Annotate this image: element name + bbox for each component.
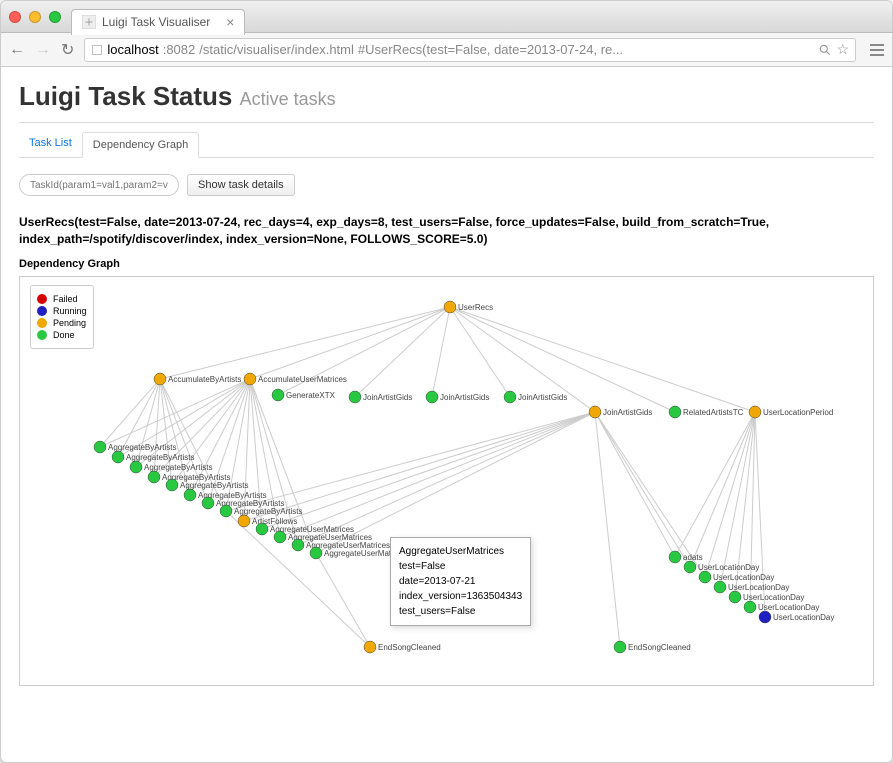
tab-close-icon[interactable]: × [226,14,234,30]
graph-node[interactable]: UserLocationDay [744,601,819,613]
svg-text:UserLocationDay: UserLocationDay [773,613,834,622]
svg-text:UserLocationPeriod: UserLocationPeriod [763,408,833,417]
search-icon[interactable] [818,43,832,57]
view-tabs: Task List Dependency Graph [19,131,874,158]
legend-pending-label: Pending [53,318,86,328]
svg-text:AccumulateByArtists: AccumulateByArtists [168,375,241,384]
graph-node[interactable]: JoinArtistGids [504,391,567,403]
dependency-graph-canvas[interactable]: Failed Running Pending Done UserRecs Accu… [19,276,874,686]
legend-failed-color [37,294,47,304]
maximize-window-button[interactable] [49,11,61,23]
node-tooltip: AggregateUserMatrices test=False date=20… [390,537,531,626]
legend-running-color [37,306,47,316]
graph-node[interactable]: RelatedArtistsTC [669,406,744,418]
graph-node[interactable]: AggregateByArtists [94,441,176,453]
graph-node[interactable]: UserRecs [444,301,493,313]
controls-row: Show task details [19,174,874,196]
svg-text:JoinArtistGids: JoinArtistGids [518,393,567,402]
svg-text:EndSongCleaned: EndSongCleaned [628,643,691,652]
graph-node[interactable]: UserLocationDay [714,581,789,593]
subtitle-text: Active tasks [240,89,336,109]
graph-node[interactable]: AccumulateUserMatrices [244,373,347,385]
browser-window: Luigi Task Visualiser × ← → ↻ localhost:… [0,0,893,763]
titlebar: Luigi Task Visualiser × [1,1,892,33]
graph-section-title: Dependency Graph [19,258,874,270]
graph-node[interactable]: EndSongCleaned [614,641,691,653]
legend: Failed Running Pending Done [30,285,94,349]
svg-text:AggregateByArtists: AggregateByArtists [108,443,176,452]
url-path: /static/visualiser/index.html [199,42,354,57]
legend-done-label: Done [53,330,75,340]
browser-tab[interactable]: Luigi Task Visualiser × [71,9,245,35]
current-task-title: UserRecs(test=False, date=2013-07-24, re… [19,214,874,248]
graph-node[interactable]: UserLocationDay [759,611,834,623]
address-bar[interactable]: localhost :8082/static/visualiser/index.h… [84,38,856,62]
graph-node[interactable]: AggregateByArtists [130,461,212,473]
task-id-input[interactable] [19,174,179,196]
graph-node[interactable]: UserLocationPeriod [749,406,833,418]
svg-text:UserLocationDay: UserLocationDay [698,563,759,572]
graph-node[interactable]: UserLocationDay [699,571,774,583]
graph-node[interactable]: GenerateXTX [272,389,336,401]
legend-pending-color [37,318,47,328]
tab-title: Luigi Task Visualiser [102,15,210,29]
legend-done-color [37,330,47,340]
graph-node[interactable]: AccumulateByArtists [154,373,241,385]
page-content: Luigi Task Status Active tasks Task List… [1,67,892,762]
graph-node[interactable]: JoinArtistGids [349,391,412,403]
tab-dependency-graph[interactable]: Dependency Graph [82,132,199,158]
svg-text:AggregateByArtists: AggregateByArtists [144,463,212,472]
close-window-button[interactable] [9,11,21,23]
url-port: :8082 [163,42,196,57]
svg-text:GenerateXTX: GenerateXTX [286,391,336,400]
svg-text:AggregateByArtists: AggregateByArtists [234,507,302,516]
tab-task-list[interactable]: Task List [19,131,82,157]
reload-button[interactable]: ↻ [61,40,74,60]
window-controls [9,11,61,23]
svg-text:RelatedArtistsTC: RelatedArtistsTC [683,408,744,417]
page-title: Luigi Task Status Active tasks [19,81,874,112]
graph-node[interactable]: JoinArtistGids [589,406,652,418]
page-icon [91,44,103,56]
svg-text:UserLocationDay: UserLocationDay [758,603,819,612]
svg-text:UserRecs: UserRecs [458,303,493,312]
svg-text:JoinArtistGids: JoinArtistGids [363,393,412,402]
show-task-details-button[interactable]: Show task details [187,174,295,196]
svg-text:JoinArtistGids: JoinArtistGids [603,408,652,417]
svg-text:adats: adats [683,553,703,562]
legend-failed-label: Failed [53,294,78,304]
graph-node[interactable]: JoinArtistGids [426,391,489,403]
graph-node[interactable]: EndSongCleaned [364,641,441,653]
svg-text:AggregateByArtists: AggregateByArtists [126,453,194,462]
svg-text:AccumulateUserMatrices: AccumulateUserMatrices [258,375,347,384]
legend-running-label: Running [53,306,87,316]
svg-text:AggregateByArtists: AggregateByArtists [180,481,248,490]
back-button[interactable]: ← [9,41,25,59]
svg-text:UserLocationDay: UserLocationDay [728,583,789,592]
svg-text:UserLocationDay: UserLocationDay [713,573,774,582]
favicon-icon [82,15,96,29]
minimize-window-button[interactable] [29,11,41,23]
menu-button[interactable] [870,44,884,56]
svg-text:UserLocationDay: UserLocationDay [743,593,804,602]
url-host: localhost [107,42,158,57]
title-text: Luigi Task Status [19,81,232,111]
url-hash: #UserRecs(test=False, date=2013-07-24, r… [358,42,623,57]
graph-node[interactable]: UserLocationDay [729,591,804,603]
forward-button[interactable]: → [35,41,51,59]
graph-node[interactable]: adats [669,551,703,563]
svg-text:EndSongCleaned: EndSongCleaned [378,643,441,652]
bookmark-star-icon[interactable]: ☆ [836,41,849,58]
browser-toolbar: ← → ↻ localhost :8082/static/visualiser/i… [1,33,892,67]
svg-text:JoinArtistGids: JoinArtistGids [440,393,489,402]
